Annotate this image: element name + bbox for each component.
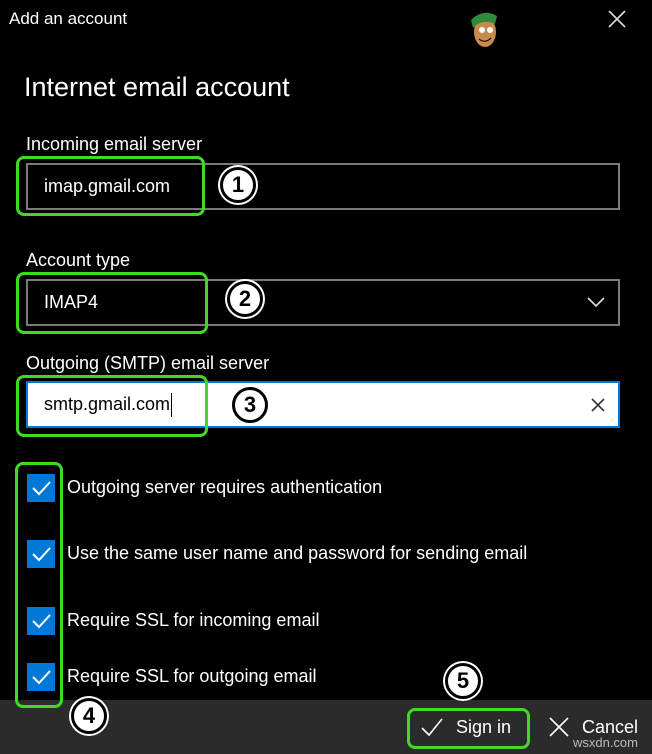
annotation-5: 5: [445, 663, 481, 699]
close-icon: [549, 717, 569, 737]
chevron-down-icon: [587, 297, 605, 308]
incoming-server-label: Incoming email server: [26, 134, 203, 154]
checkbox-label: Require SSL for incoming email: [67, 610, 320, 630]
checkbox-label: Use the same user name and password for …: [67, 543, 528, 563]
checkbox-label: Require SSL for outgoing email: [67, 666, 317, 686]
page-title: Internet email account: [24, 72, 290, 102]
highlight-box: [15, 462, 63, 708]
clear-icon[interactable]: [590, 397, 606, 413]
account-type-label: Account type: [26, 250, 131, 270]
watermark: wsxdn.com: [572, 735, 638, 750]
annotation-1: 1: [220, 167, 256, 203]
outgoing-server-label: Outgoing (SMTP) email server: [26, 353, 270, 373]
annotation-2: 2: [227, 281, 263, 317]
annotation-4: 4: [71, 698, 107, 734]
highlight-box: [407, 708, 530, 749]
highlight-box: [16, 375, 208, 437]
highlight-box: [16, 156, 205, 216]
highlight-box: [16, 272, 208, 334]
annotation-3: 3: [232, 387, 268, 423]
mascot-logo-icon: [471, 12, 497, 47]
checkbox-label: Outgoing server requires authentication: [67, 477, 383, 497]
window-title: Add an account: [9, 9, 128, 28]
close-icon[interactable]: [604, 6, 630, 32]
